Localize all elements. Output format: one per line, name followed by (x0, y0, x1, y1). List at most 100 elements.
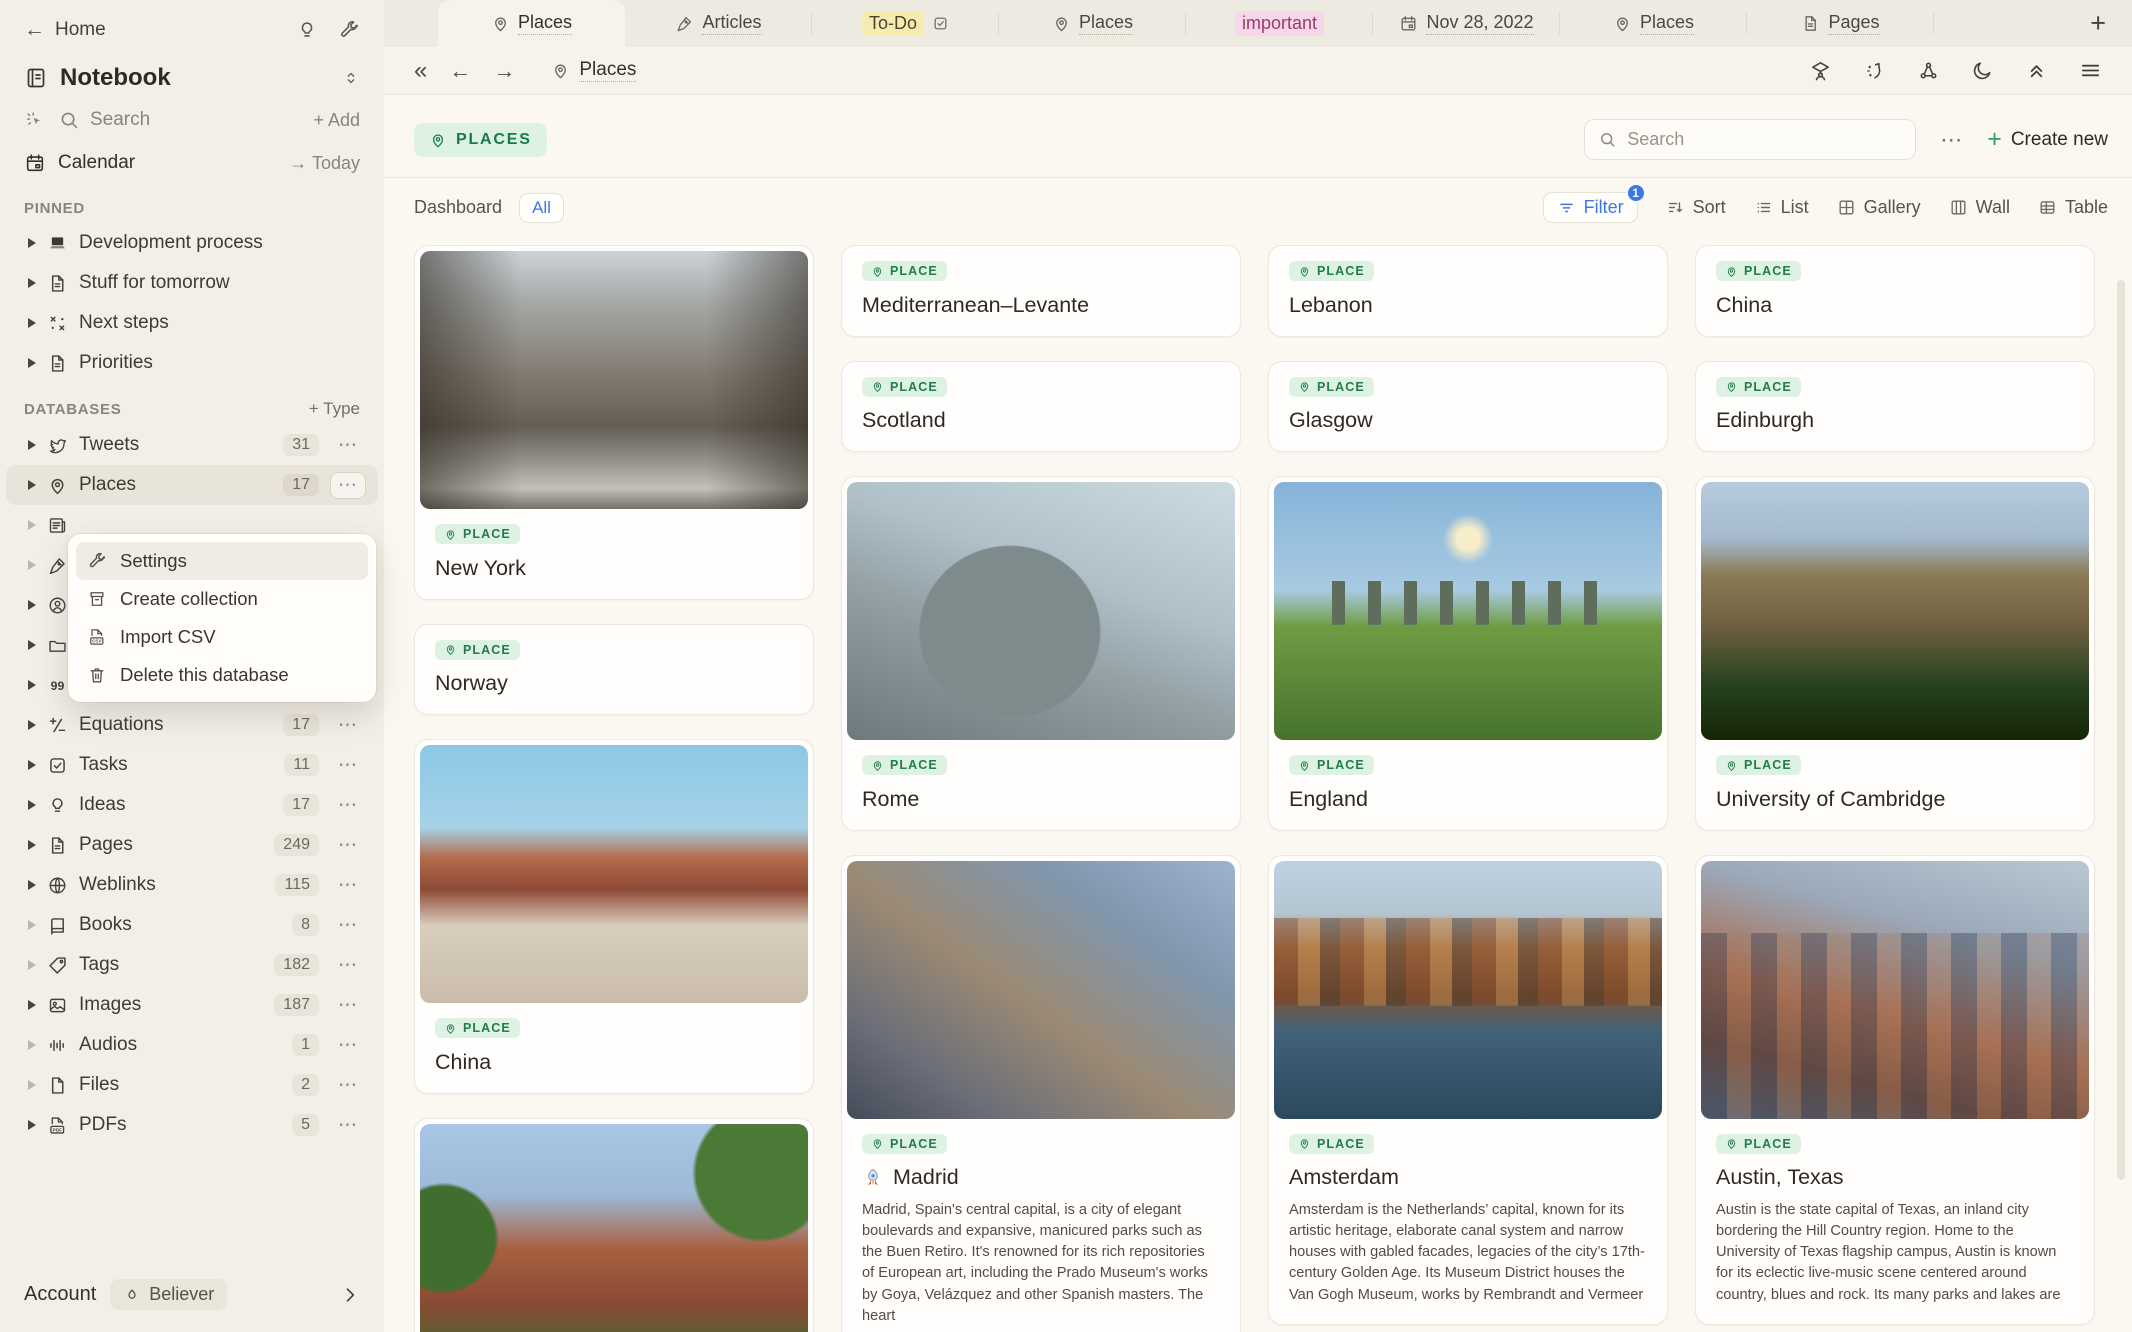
view-wall[interactable]: Wall (1949, 197, 2010, 218)
card-partial[interactable] (414, 1117, 814, 1332)
tab-todo[interactable]: To-Do (812, 0, 999, 47)
view-all-chip[interactable]: All (519, 192, 564, 223)
disclosure-triangle-icon[interactable] (28, 238, 36, 248)
view-table[interactable]: Table (2038, 197, 2108, 218)
more-options-icon[interactable]: ⋯ (330, 1114, 366, 1137)
menu-item-create-collection[interactable]: Create collection (76, 580, 368, 618)
more-options-icon[interactable]: ⋯ (330, 834, 366, 857)
workspace-selector[interactable]: Notebook (0, 50, 384, 96)
tab-places-2[interactable]: Places (999, 0, 1186, 47)
card-madrid[interactable]: PLACE Madrid Madrid, Spain's central cap… (841, 854, 1241, 1332)
graduation-cap-icon[interactable] (1809, 59, 1832, 82)
sidebar-item-development-process[interactable]: Development process (6, 223, 378, 263)
card-england[interactable]: PLACE England (1268, 476, 1668, 831)
disclosure-triangle-icon[interactable] (28, 640, 36, 650)
collapse-up-icon[interactable] (2025, 59, 2048, 82)
disclosure-triangle-icon[interactable] (28, 520, 36, 530)
more-options-icon[interactable]: ⋯ (330, 794, 366, 817)
sidebar-item-images[interactable]: Images 187 ⋯ (6, 985, 378, 1025)
graph-view-icon[interactable] (1917, 59, 1940, 82)
card-rome[interactable]: PLACE Rome (841, 476, 1241, 831)
more-options-icon[interactable]: ⋯ (330, 1074, 366, 1097)
tab-important[interactable]: important (1186, 0, 1373, 47)
card-lebanon[interactable]: PLACE Lebanon (1268, 245, 1668, 337)
more-options-icon[interactable]: ⋯ (330, 914, 366, 937)
account-row[interactable]: Account Believer (0, 1261, 384, 1332)
more-options-icon[interactable]: ⋯ (330, 714, 366, 737)
add-type-button[interactable]: + Type (309, 399, 360, 419)
card-new-york[interactable]: PLACE New York (414, 245, 814, 600)
lightbulb-icon[interactable] (296, 19, 318, 41)
chevron-right-icon[interactable] (340, 1285, 360, 1305)
disclosure-triangle-icon[interactable] (28, 800, 36, 810)
filter-button[interactable]: Filter 1 (1542, 183, 1646, 223)
card-china-text[interactable]: PLACE China (1695, 245, 2095, 337)
disclosure-triangle-icon[interactable] (28, 760, 36, 770)
card-mediterranean-levante[interactable]: PLACE Mediterranean–Levante (841, 245, 1241, 337)
disclosure-triangle-icon[interactable] (28, 600, 36, 610)
home-button[interactable]: ← Home (24, 18, 106, 42)
more-options-icon[interactable]: ⋯ (330, 471, 366, 499)
sidebar-item-places[interactable]: Places 17 ⋯ (6, 465, 378, 505)
more-options-icon[interactable]: ⋯ (330, 874, 366, 897)
more-options-icon[interactable]: ⋯ (330, 994, 366, 1017)
disclosure-triangle-icon[interactable] (28, 960, 36, 970)
disclosure-triangle-icon[interactable] (28, 480, 36, 490)
view-list[interactable]: List (1754, 197, 1809, 218)
more-options-icon[interactable]: ⋯ (330, 434, 366, 457)
create-new-button[interactable]: + Create new (1987, 125, 2108, 154)
disclosure-triangle-icon[interactable] (28, 920, 36, 930)
card-amsterdam[interactable]: PLACE Amsterdam Amsterdam is the Netherl… (1268, 854, 1668, 1325)
today-button[interactable]: → Today (289, 153, 360, 174)
quick-capture-icon[interactable] (24, 109, 46, 131)
sidebar-item-ideas[interactable]: Ideas 17 ⋯ (6, 785, 378, 825)
card-austin-texas[interactable]: PLACE Austin, Texas Austin is the state … (1695, 854, 2095, 1325)
wrench-icon[interactable] (338, 19, 360, 41)
disclosure-triangle-icon[interactable] (28, 1040, 36, 1050)
sidebar-item-files[interactable]: Files 2 ⋯ (6, 1065, 378, 1105)
card-university-of-cambridge[interactable]: PLACE University of Cambridge (1695, 476, 2095, 831)
disclosure-triangle-icon[interactable] (28, 680, 36, 690)
collapse-sidebar-button[interactable]: « (414, 57, 427, 85)
menu-item-delete-database[interactable]: Delete this database (76, 656, 368, 694)
menu-item-settings[interactable]: Settings (76, 542, 368, 580)
disclosure-triangle-icon[interactable] (28, 358, 36, 368)
dark-mode-moon-icon[interactable] (1971, 59, 1994, 82)
sidebar-item-stuff-for-tomorrow[interactable]: Stuff for tomorrow (6, 263, 378, 303)
card-scotland[interactable]: PLACE Scotland (841, 360, 1241, 452)
back-button[interactable]: ← (449, 58, 471, 84)
card-glasgow[interactable]: PLACE Glasgow (1268, 360, 1668, 452)
sidebar-item-pdfs[interactable]: PDFs 5 ⋯ (6, 1105, 378, 1145)
more-options-icon[interactable]: ⋯ (330, 754, 366, 777)
menu-hamburger-icon[interactable] (2079, 59, 2102, 82)
disclosure-triangle-icon[interactable] (28, 318, 36, 328)
search-input[interactable] (1627, 129, 1903, 150)
sidebar-item-calendar[interactable]: Calendar → Today (0, 144, 384, 184)
tab-pages[interactable]: Pages (1747, 0, 1934, 47)
disclosure-triangle-icon[interactable] (28, 720, 36, 730)
disclosure-triangle-icon[interactable] (28, 1120, 36, 1130)
disclosure-triangle-icon[interactable] (28, 840, 36, 850)
breadcrumb[interactable]: Places (551, 59, 637, 82)
tab-places-3[interactable]: Places (1560, 0, 1747, 47)
sidebar-item-pages[interactable]: Pages 249 ⋯ (6, 825, 378, 865)
sidebar-search[interactable]: Search (58, 109, 301, 131)
disclosure-triangle-icon[interactable] (28, 560, 36, 570)
disclosure-triangle-icon[interactable] (28, 1080, 36, 1090)
scrollbar-thumb[interactable] (2117, 280, 2125, 1180)
more-options-icon[interactable]: ⋯ (1936, 127, 1967, 153)
tab-articles[interactable]: Articles (625, 0, 812, 47)
sidebar-item-next-steps[interactable]: Next steps (6, 303, 378, 343)
disclosure-triangle-icon[interactable] (28, 278, 36, 288)
sidebar-item-tags[interactable]: Tags 182 ⋯ (6, 945, 378, 985)
add-button[interactable]: + Add (313, 110, 360, 131)
forward-button[interactable]: → (493, 58, 515, 84)
view-dashboard[interactable]: Dashboard (414, 197, 502, 218)
sidebar-item-weblinks[interactable]: Weblinks 115 ⋯ (6, 865, 378, 905)
more-options-icon[interactable]: ⋯ (330, 954, 366, 977)
sidebar-item-priorities[interactable]: Priorities (6, 343, 378, 383)
sidebar-item-tasks[interactable]: Tasks 11 ⋯ (6, 745, 378, 785)
sidebar-item-books[interactable]: Books 8 ⋯ (6, 905, 378, 945)
disclosure-triangle-icon[interactable] (28, 880, 36, 890)
workspace-switcher-icon[interactable] (342, 69, 360, 87)
